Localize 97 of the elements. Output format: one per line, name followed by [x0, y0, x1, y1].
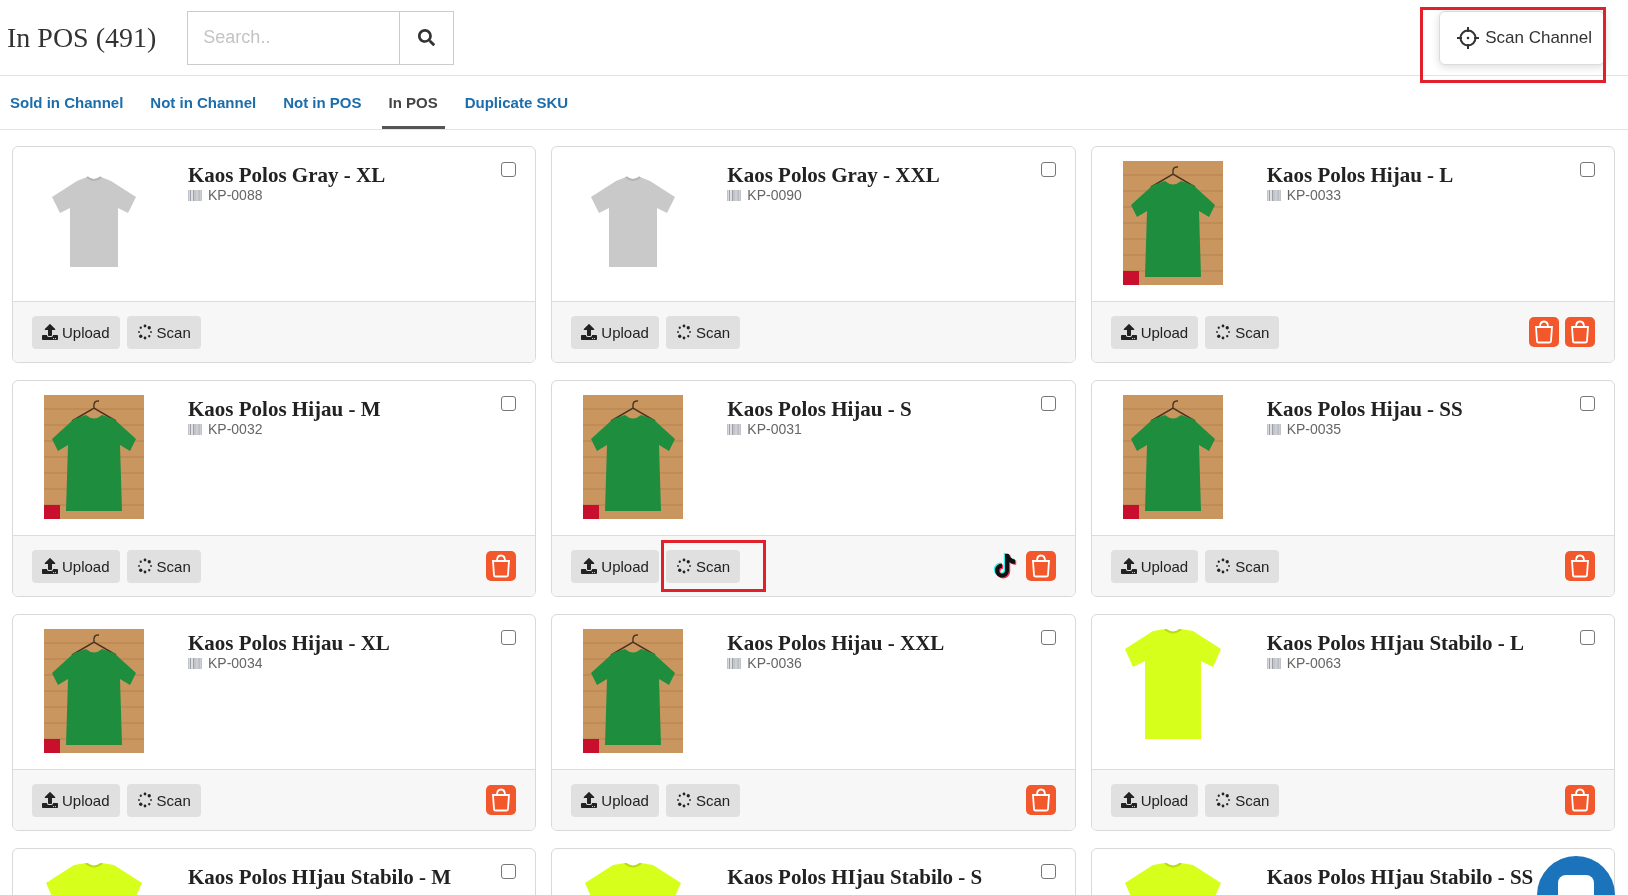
tab[interactable]: In POS: [381, 76, 445, 129]
product-name: Kaos Polos Gray - XXL: [727, 163, 941, 187]
select-checkbox[interactable]: [1040, 630, 1056, 645]
sku-text: KP-0032: [208, 421, 263, 437]
upload-button[interactable]: Upload: [1110, 315, 1199, 349]
dotted-circle-icon: [136, 324, 153, 340]
select-checkbox[interactable]: [1580, 630, 1595, 645]
select-checkbox[interactable]: [501, 630, 517, 645]
scan-button[interactable]: Scan: [1205, 783, 1280, 817]
upload-button[interactable]: Upload: [32, 783, 120, 817]
barcode-icon: [188, 423, 203, 435]
upload-button[interactable]: Upload: [571, 549, 659, 583]
scan-button[interactable]: Scan: [665, 783, 741, 817]
scan-button[interactable]: Scan: [126, 549, 201, 583]
sku-text: KP-0036: [747, 655, 802, 671]
upload-button[interactable]: Upload: [32, 549, 120, 583]
scan-button[interactable]: Scan: [126, 783, 201, 817]
scan-button[interactable]: Scan: [1205, 315, 1280, 349]
select-checkbox[interactable]: [1040, 162, 1056, 177]
dotted-circle-icon: [1215, 324, 1232, 340]
shopping-bag-icon: [486, 785, 517, 815]
select-checkbox[interactable]: [501, 396, 517, 411]
sku-text: KP-0063: [1286, 655, 1342, 671]
sku-text: KP-0088: [208, 187, 263, 203]
select-checkbox[interactable]: [1040, 864, 1056, 879]
barcode-icon: [727, 657, 743, 669]
product-name: Kaos Polos Hijau - XXL: [727, 631, 946, 655]
product-name: Kaos Polos HIjau Stabilo - S: [727, 865, 984, 889]
upload-icon: [42, 792, 58, 808]
page-title: In POS (491): [7, 21, 157, 54]
barcode-icon: [1266, 657, 1282, 669]
search-icon: [418, 29, 436, 46]
upload-button[interactable]: Upload: [1110, 549, 1199, 583]
sku-text: KP-0031: [747, 421, 802, 437]
product-name: Kaos Polos HIjau Stabilo - M: [188, 865, 453, 889]
shopping-bag-icon: [1565, 551, 1595, 581]
shopping-bag-icon: [1565, 785, 1595, 815]
scan-button[interactable]: Scan: [665, 549, 741, 583]
shopping-bag-icon: [1025, 785, 1056, 815]
upload-button[interactable]: Upload: [32, 315, 120, 349]
sku-text: KP-0035: [1286, 421, 1342, 437]
dotted-circle-icon: [675, 324, 692, 340]
search-field[interactable]: Search..: [187, 10, 400, 65]
upload-icon: [42, 558, 58, 574]
crosshair-icon: [1457, 26, 1480, 49]
product-name: Kaos Polos Hijau - M: [188, 397, 382, 421]
upload-icon: [581, 792, 598, 808]
barcode-icon: [188, 657, 203, 669]
product-name: Kaos Polos HIjau Stabilo - L: [1266, 631, 1525, 655]
upload-button[interactable]: Upload: [571, 783, 659, 817]
scan-channel-button[interactable]: Scan Channel: [1439, 10, 1605, 65]
search-button[interactable]: [399, 10, 455, 65]
select-checkbox[interactable]: [501, 864, 517, 879]
upload-icon: [42, 324, 58, 340]
dotted-circle-icon: [1215, 558, 1232, 574]
product-name: Kaos Polos Hijau - L: [1266, 163, 1455, 187]
sku-text: KP-0034: [208, 655, 263, 671]
product-name: Kaos Polos Hijau - SS: [1266, 397, 1464, 421]
product-name: Kaos Polos Hijau - S: [727, 397, 913, 421]
barcode-icon: [188, 189, 203, 201]
barcode-icon: [1266, 423, 1282, 435]
shopping-bag-icon: [1025, 551, 1056, 581]
select-checkbox[interactable]: [501, 162, 517, 177]
upload-button[interactable]: Upload: [571, 315, 659, 349]
chat-icon[interactable]: [1537, 856, 1615, 895]
dotted-circle-icon: [136, 792, 153, 808]
dotted-circle-icon: [136, 558, 153, 574]
scan-button[interactable]: Scan: [1205, 549, 1280, 583]
scan-button[interactable]: Scan: [665, 315, 741, 349]
tab[interactable]: Not in Channel: [143, 76, 264, 129]
select-checkbox[interactable]: [1580, 162, 1595, 177]
dotted-circle-icon: [675, 558, 692, 574]
dotted-circle-icon: [675, 792, 692, 808]
product-name: Kaos Polos Gray - XL: [188, 163, 387, 187]
upload-icon: [581, 324, 598, 340]
scan-button[interactable]: Scan: [126, 315, 201, 349]
sku-text: KP-0033: [1286, 187, 1342, 203]
dotted-circle-icon: [1215, 792, 1232, 808]
select-checkbox[interactable]: [1040, 396, 1056, 411]
select-checkbox[interactable]: [1580, 396, 1595, 411]
product-name: Kaos Polos HIjau Stabilo - SS: [1266, 865, 1535, 889]
sku-text: KP-0090: [747, 187, 802, 203]
barcode-icon: [727, 423, 743, 435]
tab[interactable]: Sold in Channel: [3, 76, 131, 129]
upload-icon: [1120, 558, 1137, 574]
upload-icon: [1120, 324, 1137, 340]
barcode-icon: [727, 189, 743, 201]
upload-icon: [1120, 792, 1137, 808]
product-name: Kaos Polos Hijau - XL: [188, 631, 391, 655]
barcode-icon: [1266, 189, 1282, 201]
upload-icon: [581, 558, 598, 574]
shopping-bag-icon: [1529, 317, 1559, 347]
shopping-bag-icon: [486, 551, 517, 581]
tab[interactable]: Duplicate SKU: [457, 76, 576, 129]
upload-button[interactable]: Upload: [1110, 783, 1199, 817]
shopping-bag-icon: [1565, 317, 1595, 347]
tab[interactable]: Not in POS: [276, 76, 369, 129]
